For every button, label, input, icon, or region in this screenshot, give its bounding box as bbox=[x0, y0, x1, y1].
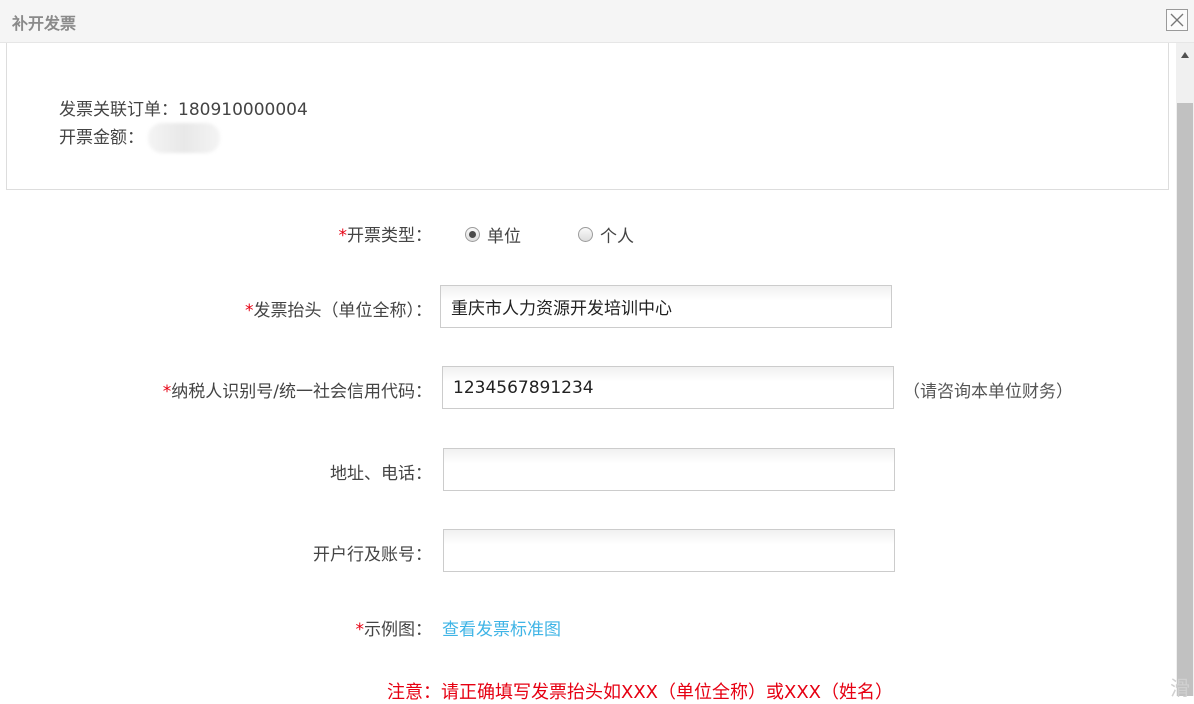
order-number: 180910000004 bbox=[178, 100, 308, 120]
address-phone-input[interactable] bbox=[443, 448, 895, 491]
order-label: 发票关联订单： bbox=[59, 100, 178, 120]
address-phone-label: 地址、电话： bbox=[330, 464, 432, 484]
amount-label: 开票金额： bbox=[59, 128, 144, 148]
radio-personal-label: 个人 bbox=[600, 227, 634, 247]
radio-unit-circle[interactable] bbox=[465, 227, 480, 242]
radio-personal[interactable]: 个人 bbox=[578, 222, 634, 247]
scroll-thumb[interactable] bbox=[1177, 103, 1193, 696]
required-mark: * bbox=[338, 226, 348, 246]
sample-label: *示例图： bbox=[355, 620, 433, 640]
tax-id-hint: （请咨询本单位财务） bbox=[903, 382, 1073, 402]
radio-unit-label: 单位 bbox=[487, 227, 521, 247]
radio-unit[interactable]: 单位 bbox=[465, 222, 521, 247]
tax-id-input[interactable] bbox=[442, 366, 894, 409]
vertical-scrollbar[interactable] bbox=[1176, 43, 1194, 696]
close-icon bbox=[1170, 13, 1184, 27]
tax-id-label: *纳税人识别号/统一社会信用代码： bbox=[162, 382, 432, 402]
invoice-title-label: *发票抬头（单位全称）： bbox=[245, 301, 432, 321]
invoice-type-label: *开票类型： bbox=[338, 226, 433, 246]
watermark-glyph: 滑 bbox=[1170, 676, 1190, 700]
invoice-title-input[interactable] bbox=[440, 285, 892, 328]
amount-info-line: 开票金额： bbox=[59, 123, 220, 153]
dialog-title: 补开发票 bbox=[12, 14, 77, 33]
bank-account-input[interactable] bbox=[443, 529, 895, 572]
dialog-titlebar: 补开发票 bbox=[0, 0, 1194, 43]
close-button[interactable] bbox=[1166, 9, 1188, 31]
bank-account-label: 开户行及账号： bbox=[313, 545, 432, 565]
notice-text: 注意：请正确填写发票抬头如XXX（单位全称）或XXX（姓名） bbox=[387, 682, 893, 703]
order-info-panel: 发票关联订单：180910000004 开票金额： bbox=[6, 43, 1169, 190]
scroll-up-arrow-icon[interactable] bbox=[1176, 43, 1194, 67]
view-sample-link[interactable]: 查看发票标准图 bbox=[442, 615, 561, 640]
radio-personal-circle[interactable] bbox=[578, 227, 593, 242]
amount-redacted bbox=[148, 123, 220, 153]
order-info-line: 发票关联订单：180910000004 bbox=[59, 95, 308, 120]
